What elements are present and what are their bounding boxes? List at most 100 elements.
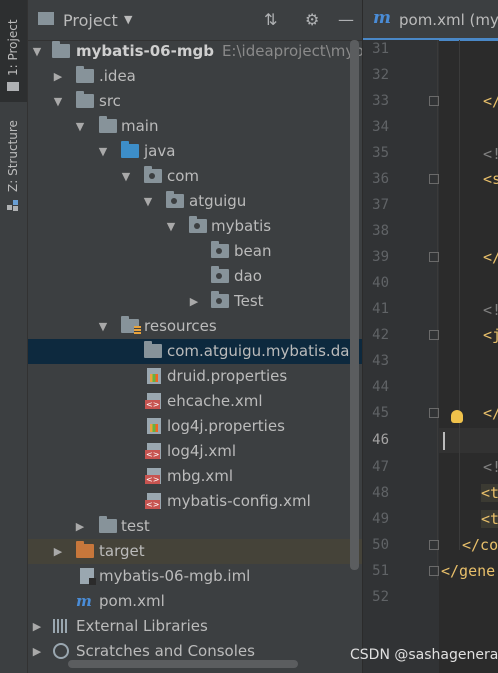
line-number: 37 [372, 197, 389, 213]
code-line-47[interactable]: <! [483, 458, 498, 476]
chevron-down-icon[interactable]: ▼ [120, 164, 132, 189]
hide-panel-icon[interactable]: — [338, 10, 354, 29]
chevron-right-icon[interactable]: ▶ [52, 64, 64, 89]
line-number: 36 [372, 171, 389, 187]
code-line-48[interactable]: <t [481, 484, 498, 502]
fold-marker-icon[interactable] [429, 566, 439, 576]
scratches-icon [53, 643, 69, 659]
line-number: 38 [372, 223, 389, 239]
lightbulb-icon[interactable] [451, 410, 463, 423]
tree-item-label: atguigu [189, 192, 247, 210]
project-tool-tab[interactable]: 1: Project [0, 0, 27, 102]
chevron-right-icon[interactable]: ▶ [74, 514, 86, 539]
folder-icon [144, 341, 162, 358]
tree-item-label: resources [144, 317, 217, 335]
tree-item-dao-resource[interactable]: com.atguigu.mybatis.dao [28, 339, 362, 364]
tree-item-druid-properties[interactable]: druid.properties [28, 364, 362, 389]
chevron-down-icon[interactable]: ▼ [165, 214, 177, 239]
tab-label: pom.xml (myb [399, 11, 498, 29]
xml-file-icon [145, 443, 161, 459]
editor-tab-bar: m pom.xml (myb [363, 0, 498, 41]
properties-file-icon [147, 418, 161, 434]
package-icon [189, 216, 207, 233]
tree-item-log4j-properties[interactable]: log4j.properties [28, 414, 362, 439]
tree-item-iml[interactable]: mybatis-06-mgb.iml [28, 564, 362, 589]
tree-item-label: mybatis-06-mgb.iml [99, 567, 251, 585]
chevron-down-icon[interactable]: ▼ [124, 13, 132, 26]
structure-tool-tab[interactable]: Z: Structure [0, 110, 27, 220]
project-panel-header: Project ▼ ⇅ ⚙ — [28, 0, 362, 41]
chevron-right-icon[interactable]: ▶ [52, 539, 64, 564]
tree-item-bean[interactable]: bean [28, 239, 362, 264]
chevron-right-icon[interactable]: ▶ [31, 614, 43, 639]
tab-pom-xml[interactable]: m pom.xml (myb [363, 0, 498, 41]
chevron-down-icon[interactable]: ▼ [31, 39, 43, 64]
line-number: 32 [372, 67, 389, 83]
tree-item-module-root[interactable]: ▼ mybatis-06-mgb E:\ideaproject\mybati [28, 39, 362, 64]
tree-item-label: ehcache.xml [167, 392, 263, 410]
chevron-right-icon[interactable]: ▶ [188, 289, 200, 314]
line-number: 40 [372, 275, 389, 291]
code-line-36[interactable]: <s [483, 170, 498, 188]
code-line-50[interactable]: </co [462, 536, 498, 554]
code-line-39[interactable]: </ [483, 248, 498, 266]
tree-item-mbg-xml[interactable]: mbg.xml [28, 464, 362, 489]
libraries-icon [53, 619, 69, 633]
maven-icon: m [373, 8, 391, 28]
gear-icon[interactable]: ⚙ [305, 10, 319, 29]
fold-marker-icon[interactable] [429, 96, 439, 106]
package-icon [166, 191, 184, 208]
tree-item-java[interactable]: ▼ java [28, 139, 362, 164]
folder-icon [76, 91, 94, 108]
fold-marker-icon[interactable] [429, 252, 439, 262]
tree-item-resources[interactable]: ▼ resources [28, 314, 362, 339]
tree-item-test-package[interactable]: ▶ Test [28, 289, 362, 314]
tree-horizontal-scrollbar[interactable] [68, 660, 298, 668]
tree-item-log4j-xml[interactable]: log4j.xml [28, 439, 362, 464]
project-view-icon [38, 12, 54, 25]
chevron-right-icon[interactable]: ▶ [31, 639, 43, 664]
fold-marker-icon[interactable] [429, 540, 439, 550]
chevron-down-icon[interactable]: ▼ [142, 189, 154, 214]
tree-item-src[interactable]: ▼ src [28, 89, 362, 114]
tree-item-idea[interactable]: ▶ .idea [28, 64, 362, 89]
chevron-down-icon[interactable]: ▼ [74, 114, 86, 139]
tree-vertical-scrollbar[interactable] [350, 40, 359, 570]
code-line-41[interactable]: <! [483, 301, 498, 319]
code-line-35[interactable]: <! [483, 145, 498, 163]
fold-marker-icon[interactable] [429, 174, 439, 184]
tree-item-pom[interactable]: m pom.xml [28, 589, 362, 614]
code-line-45[interactable]: </ [483, 404, 498, 422]
properties-file-icon [147, 368, 161, 384]
tree-item-label: .idea [99, 67, 136, 85]
code-line-42[interactable]: <j [483, 326, 498, 344]
code-line-49[interactable]: <t [481, 510, 498, 528]
fold-marker-icon[interactable] [429, 408, 439, 418]
tree-item-external-libraries[interactable]: ▶ External Libraries [28, 614, 362, 639]
project-view-selector[interactable]: Project [63, 11, 118, 30]
fold-marker-icon[interactable] [429, 330, 439, 340]
current-line-highlight [439, 428, 498, 453]
tree-item-target[interactable]: ▶ target [28, 539, 362, 564]
tree-item-atguigu[interactable]: ▼ atguigu [28, 189, 362, 214]
tree-item-mybatis[interactable]: ▼ mybatis [28, 214, 362, 239]
tree-item-dao[interactable]: dao [28, 264, 362, 289]
tree-item-label: main [121, 117, 159, 135]
tree-item-mybatis-config-xml[interactable]: mybatis-config.xml [28, 489, 362, 514]
tree-item-test[interactable]: ▶ test [28, 514, 362, 539]
code-line-33[interactable]: </ [483, 92, 498, 110]
tree-item-label: com.atguigu.mybatis.dao [167, 342, 359, 360]
chevron-down-icon[interactable]: ▼ [97, 139, 109, 164]
tree-item-main[interactable]: ▼ main [28, 114, 362, 139]
tree-item-com[interactable]: ▼ com [28, 164, 362, 189]
code-line-51[interactable]: </gene [441, 562, 495, 580]
collapse-all-icon[interactable]: ⇅ [264, 10, 277, 29]
chevron-down-icon[interactable]: ▼ [52, 89, 64, 114]
chevron-down-icon[interactable]: ▼ [97, 314, 109, 339]
tree-item-ehcache-xml[interactable]: ehcache.xml [28, 389, 362, 414]
project-folder-icon [7, 82, 19, 91]
tree-item-label: External Libraries [76, 617, 208, 635]
line-number: 41 [372, 301, 389, 317]
line-number: 33 [372, 93, 389, 109]
line-number: 51 [372, 563, 389, 579]
